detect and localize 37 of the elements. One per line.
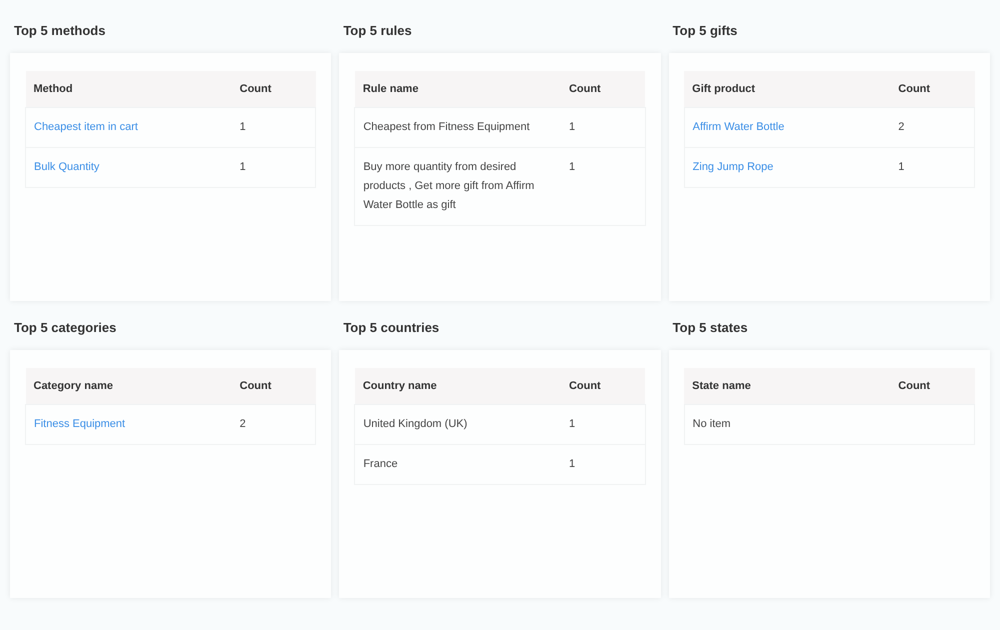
table-cell: 1 [232, 107, 316, 147]
table-cell: Cheapest from Fitness Equipment [354, 107, 561, 147]
column-header: Count [890, 71, 974, 107]
table-link[interactable]: Bulk Quantity [34, 160, 100, 172]
column-header: Country name [354, 368, 561, 404]
section-title: Top 5 methods [13, 22, 106, 40]
column-header: Rule name [354, 71, 561, 107]
column-header: Method [26, 71, 232, 107]
section-title: Top 5 states [672, 319, 749, 337]
column-header: Count [232, 368, 316, 404]
table-link[interactable]: Fitness Equipment [34, 418, 126, 430]
table-cell: No item [684, 404, 890, 444]
table-cell: 2 [890, 107, 974, 147]
table-cell: 1 [560, 107, 646, 147]
column-header: Category name [26, 368, 232, 404]
column-header: Count [890, 368, 974, 404]
section-title: Top 5 countries [342, 319, 440, 337]
table-cell: United Kingdom (UK) [354, 404, 561, 444]
table-link[interactable]: Affirm Water Bottle [692, 120, 784, 132]
table-link[interactable]: Zing Jump Rope [692, 160, 774, 172]
column-header: Count [232, 71, 316, 107]
section-title: Top 5 categories [13, 319, 118, 337]
column-header: Gift product [684, 71, 890, 107]
table-cell: 1 [560, 404, 646, 444]
section-title: Top 5 rules [342, 22, 413, 40]
column-header: Count [560, 368, 646, 404]
table-cell: 1 [890, 147, 974, 187]
table-cell: 1 [560, 147, 646, 225]
column-header: State name [684, 368, 890, 404]
column-header: Count [560, 71, 646, 107]
section-title: Top 5 gifts [672, 22, 738, 40]
table-cell: 2 [232, 404, 316, 444]
table-link[interactable]: Cheapest item in cart [34, 120, 138, 132]
table-cell: Buy more quantity from desired products , Get more gift from Affirm Water Bottle as gift [354, 147, 561, 225]
table-cell: France [354, 444, 561, 484]
table-cell: 1 [232, 147, 316, 187]
table-cell: 1 [560, 444, 646, 484]
